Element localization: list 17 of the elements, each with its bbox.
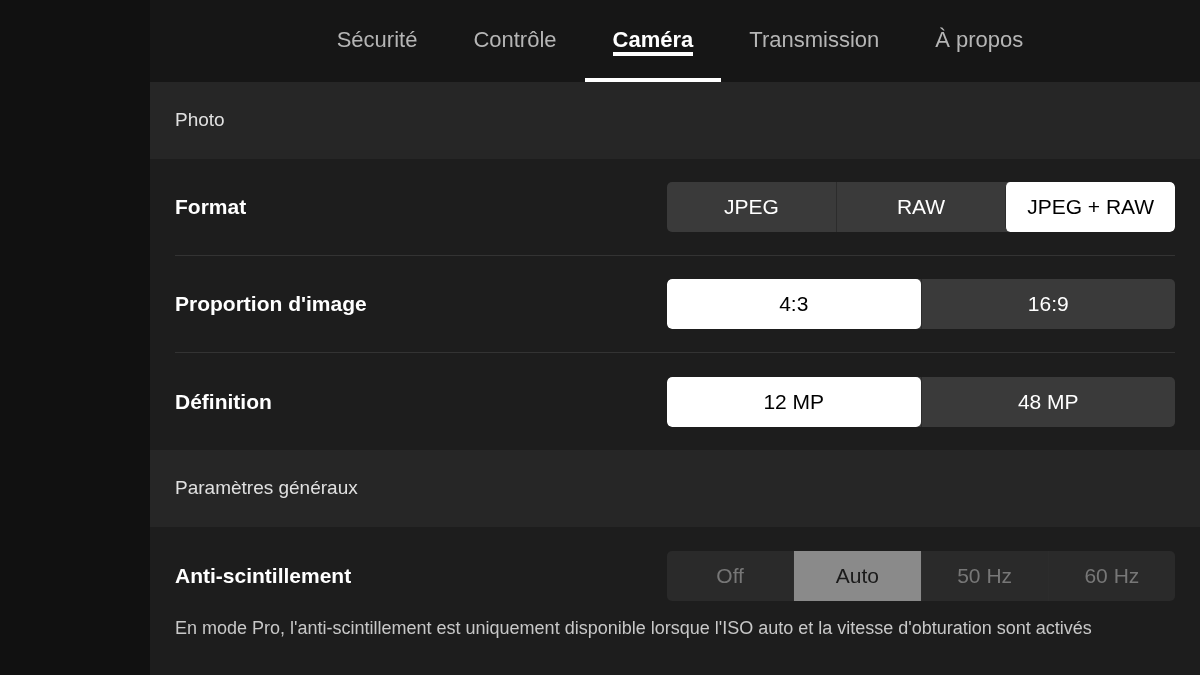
segment-option[interactable]: 12 MP — [667, 376, 921, 427]
setting-note: En mode Pro, l'anti-scintillement est uniquement disponible lorsque l'ISO auto et la vitesse d'obturation sont activés — [175, 617, 1093, 640]
settings-tab[interactable]: Transmission — [721, 0, 908, 82]
setting-label: Anti-scintillement — [175, 562, 352, 589]
settings-tab[interactable]: Sécurité — [308, 0, 446, 82]
section-header: Paramètres généraux — [175, 476, 358, 501]
settings-tab[interactable]: Contrôle — [445, 0, 585, 82]
segment-option[interactable]: 48 MP — [920, 376, 1175, 427]
segment-option[interactable]: JPEG + RAW — [1005, 182, 1175, 232]
segment-option[interactable]: 16:9 — [920, 279, 1175, 329]
segment-option[interactable]: 4:3 — [667, 279, 921, 329]
section-header: Photo — [175, 108, 225, 133]
setting-label: Proportion d'image — [175, 291, 367, 318]
setting-label: Format — [175, 194, 247, 221]
setting-label: Définition — [175, 388, 272, 415]
settings-tab[interactable]: À propos — [907, 0, 1052, 82]
segment-option[interactable]: JPEG — [667, 182, 836, 232]
